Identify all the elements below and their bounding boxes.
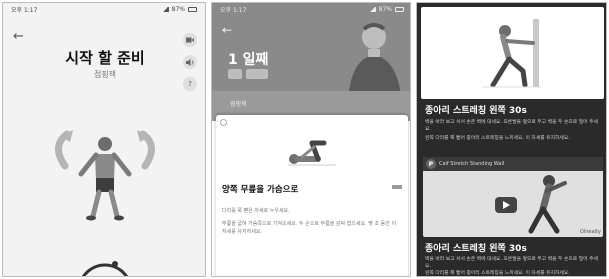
ready-screen: 오후 1:17 87% ← 시작 할 준비 점핑잭 ?	[2, 2, 206, 277]
battery-level: 87%	[171, 5, 185, 13]
help-icon[interactable]: ?	[183, 77, 197, 91]
status-time: 오후 1:17	[11, 6, 38, 14]
video-thumbnail-person	[528, 175, 567, 234]
tag-chip	[246, 69, 268, 79]
video-icon[interactable]	[392, 185, 402, 189]
video-player[interactable]: P Calf Stretch Standing Wall Olirealty	[423, 157, 603, 237]
video-icon[interactable]	[183, 33, 197, 47]
exercise-description: 다리를 쭉 뻗은 자세로 누우세요. 무릎을 굽혀 가슴쪽으로 가져오세요. 두…	[222, 207, 402, 236]
plan-header: 오후 1:17 87% ← 1 일째	[212, 3, 410, 103]
back-arrow-icon[interactable]: ←	[13, 29, 24, 44]
play-icon[interactable]	[495, 197, 517, 213]
battery-icon	[188, 6, 197, 12]
knees-to-chest-illustration	[288, 140, 336, 166]
jumping-jack-illustration	[55, 130, 155, 221]
stretch-description: 왼쪽 다리를 쭉 뻗어 종아리 스트레칭을 느끼세요. 이 자세를 유지하세요.	[425, 136, 570, 141]
channel-avatar: P	[426, 159, 436, 169]
video-title: Calf Stretch Standing Wall	[439, 161, 505, 167]
list-item-label: 점핑잭	[230, 101, 247, 108]
signal-icon	[368, 6, 376, 12]
status-bar: 오후 1:17 87%	[212, 3, 410, 15]
exercise-name: 점핑잭	[93, 70, 117, 79]
signal-icon	[161, 6, 169, 12]
stretch-detail-screen: 종아리 스트레칭 왼쪽 30s 벽을 바라 보고 서서 손은 벽에 대세요. 오…	[416, 2, 607, 277]
video-header: P Calf Stretch Standing Wall	[423, 157, 603, 171]
tag-chip	[228, 69, 242, 79]
stretch-title: 종아리 스트레칭 왼쪽 30s	[425, 244, 527, 254]
volume-icon[interactable]	[183, 55, 197, 69]
page-title: 시작 할 준비	[65, 49, 145, 67]
status-time: 오후 1:17	[220, 6, 247, 14]
stretch-description: 벽을 바라 보고 서서 손은 벽에 대세요. 오른발을 앞으로 두고 벽을 두 …	[425, 257, 598, 269]
exercise-detail-screen: 오후 1:17 87% ← 1 일째 점핑잭 양쪽 무릎을 가슴으로 다리를 쭉…	[211, 2, 411, 277]
stretch-title: 종아리 스트레칭 왼쪽 30s	[425, 106, 527, 116]
description-line: 다리를 쭉 뻗은 자세로 누우세요.	[222, 208, 290, 214]
calf-stretch-illustration	[483, 19, 541, 88]
stretch-illustration-card	[421, 7, 604, 99]
day-title: 1 일째	[228, 52, 269, 68]
close-icon[interactable]	[220, 119, 227, 126]
video-brand: Olirealty	[579, 229, 601, 235]
countdown-ring	[82, 261, 128, 276]
battery-level: 87%	[378, 5, 392, 13]
exercise-info-sheet: 양쪽 무릎을 가슴으로 다리를 쭉 뻗은 자세로 누우세요. 무릎을 굽혀 가슴…	[216, 115, 408, 276]
exercise-title: 양쪽 무릎을 가슴으로	[222, 185, 299, 195]
battery-icon	[395, 6, 404, 12]
back-arrow-icon[interactable]: ←	[222, 23, 232, 37]
stretch-description: 벽을 바라 보고 서서 손은 벽에 대세요. 오른발을 앞으로 두고 벽을 두 …	[425, 120, 598, 132]
stretch-description: 왼쪽 다리를 쭉 뻗어 종아리 스트레칭을 느끼세요. 이 자세를 유지하세요.	[425, 271, 570, 276]
description-line: 무릎을 굽혀 가슴쪽으로 가져오세요. 두 손으로 무릎을 감싸 잡으세요. 몇…	[222, 221, 397, 235]
status-bar: 오후 1:17 87%	[3, 3, 205, 15]
